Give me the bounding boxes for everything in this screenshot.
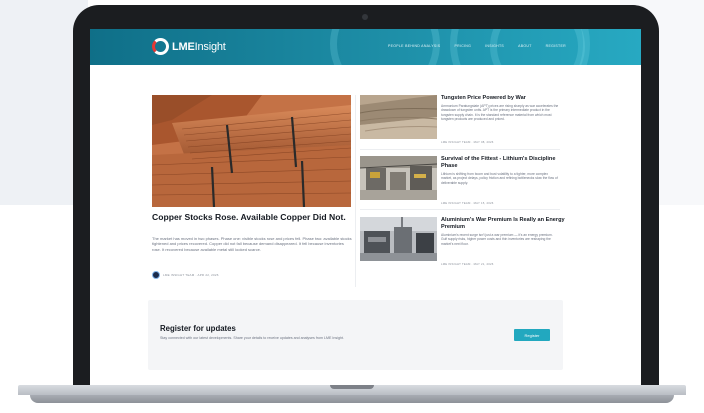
logo-ring-icon <box>152 38 169 55</box>
article-title[interactable]: Tungsten Price Powered by War <box>441 95 566 102</box>
logo-text-light: Insight <box>194 40 226 53</box>
feature-byline: LME INSIGHT TEAM · APR 22, 2026 <box>163 273 219 277</box>
article-title[interactable]: Survival of the Fittest - Lithium's Disc… <box>441 156 566 170</box>
register-panel: Register for updates Stay connected with… <box>148 300 563 370</box>
article-meta: LME INSIGHT TEAM · MAY 21, 2026 <box>441 262 494 266</box>
article-meta: LME INSIGHT TEAM · MAY 08, 2026 <box>441 140 494 144</box>
laptop-base <box>0 385 704 409</box>
site-header: LMEInsight PEOPLE BEHIND ANALYSIS PRICIN… <box>90 29 641 65</box>
article-image-mine <box>360 95 437 139</box>
logo-text-bold: LME <box>172 40 195 53</box>
nav-pricing[interactable]: PRICING <box>454 44 471 48</box>
article-title[interactable]: Aluminium's War Premium Is Really an Ene… <box>441 217 566 231</box>
article-image-processing-plant <box>360 156 437 200</box>
laptop-base-bottom <box>30 395 674 403</box>
article-divider <box>360 149 560 150</box>
laptop-screen: LMEInsight PEOPLE BEHIND ANALYSIS PRICIN… <box>90 29 641 385</box>
laptop-frame: LMEInsight PEOPLE BEHIND ANALYSIS PRICIN… <box>73 5 659 393</box>
register-title: Register for updates <box>160 324 236 333</box>
main-nav: PEOPLE BEHIND ANALYSIS PRICING INSIGHTS … <box>388 44 566 48</box>
article-card-aluminium[interactable]: Aluminium's War Premium Is Really an Ene… <box>360 217 570 275</box>
laptop-lid-notch <box>330 385 374 389</box>
column-divider <box>355 95 356 287</box>
article-card-lithium[interactable]: Survival of the Fittest - Lithium's Disc… <box>360 156 570 214</box>
article-summary: Ammonium Paratungstate (APT) prices are … <box>441 104 559 121</box>
article-divider <box>360 209 560 210</box>
site-logo[interactable]: LMEInsight <box>152 38 226 55</box>
nav-people[interactable]: PEOPLE BEHIND ANALYSIS <box>388 44 440 48</box>
feature-title[interactable]: Copper Stocks Rose. Available Copper Did… <box>152 212 352 222</box>
article-summary: Lithium is shifting from boom and bust v… <box>441 172 558 185</box>
register-description: Stay connected with our latest developme… <box>160 336 344 340</box>
register-button[interactable]: Register <box>514 329 550 341</box>
feature-summary: The market has moved in two phases. Phas… <box>152 236 352 252</box>
feature-meta: LME INSIGHT TEAM · APR 22, 2026 <box>152 271 219 279</box>
author-avatar <box>152 271 160 279</box>
article-summary: Aluminium's recent surge isn't just a wa… <box>441 233 553 246</box>
feature-image-copper-cathodes[interactable] <box>152 95 351 207</box>
nav-about[interactable]: ABOUT <box>518 44 532 48</box>
article-card-tungsten[interactable]: Tungsten Price Powered by War Ammonium P… <box>360 95 570 153</box>
webcam <box>362 14 368 20</box>
article-image-smelter <box>360 217 437 261</box>
nav-insights[interactable]: INSIGHTS <box>485 44 504 48</box>
article-meta: LME INSIGHT TEAM · MAY 15, 2026 <box>441 201 494 205</box>
nav-register[interactable]: REGISTER <box>546 44 566 48</box>
